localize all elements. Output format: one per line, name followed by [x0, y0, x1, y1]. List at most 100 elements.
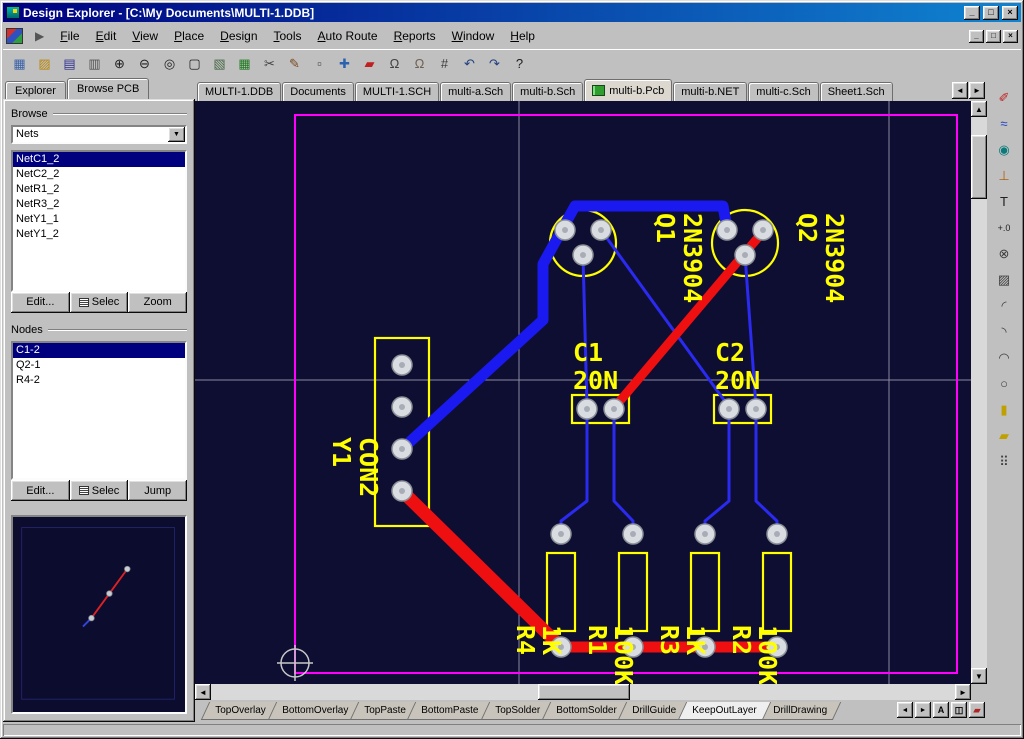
- place-fill-icon[interactable]: ▮: [991, 398, 1017, 421]
- component-label[interactable]: C1: [573, 338, 603, 367]
- v-scroll-track[interactable]: [971, 117, 987, 668]
- net-list-item[interactable]: NetC2_2: [13, 167, 185, 182]
- maximize-button[interactable]: □: [983, 6, 999, 20]
- pcb-trace[interactable]: [402, 491, 561, 647]
- scroll-up-button[interactable]: ▲: [971, 101, 987, 117]
- arc-center-icon[interactable]: ◝: [991, 320, 1017, 343]
- component-label[interactable]: 100K: [609, 625, 638, 684]
- menu-item[interactable]: Place: [166, 24, 212, 48]
- font-button[interactable]: A: [933, 702, 949, 718]
- layer-tab[interactable]: BottomOverlay: [267, 702, 362, 720]
- redo-icon[interactable]: ↷: [483, 53, 506, 75]
- select-button[interactable]: Selec: [70, 292, 129, 313]
- undo-icon[interactable]: ↶: [458, 53, 481, 75]
- eraser-button[interactable]: ▰: [969, 702, 985, 718]
- close-button[interactable]: ×: [1002, 6, 1018, 20]
- net-zoom-button[interactable]: Zoom: [128, 292, 187, 313]
- net-list-item[interactable]: NetY1_2: [13, 227, 185, 242]
- layer-scroll-left-button[interactable]: ◄: [897, 702, 913, 718]
- place-polygon-icon[interactable]: ▰: [991, 424, 1017, 447]
- paste-array-icon[interactable]: ⠿: [991, 450, 1017, 473]
- document-tab[interactable]: MULTI-1.DDB: [197, 82, 281, 101]
- pcb-canvas[interactable]: Q12N3904Q22N3904C120NC220NY1CON2R41KR110…: [195, 101, 971, 684]
- minimize-button[interactable]: _: [964, 6, 980, 20]
- board-icon[interactable]: ▦: [233, 53, 256, 75]
- document-tab[interactable]: Sheet1.Sch: [820, 82, 893, 101]
- menu-item[interactable]: Auto Route: [310, 24, 386, 48]
- node-list-item[interactable]: C1-2: [13, 343, 185, 358]
- place-string-icon[interactable]: T: [991, 190, 1017, 213]
- v-scroll-thumb[interactable]: [971, 135, 987, 199]
- tab-scroll-left-button[interactable]: ◄: [952, 82, 968, 99]
- draw-icon[interactable]: ✎: [283, 53, 306, 75]
- help-icon[interactable]: ?: [508, 53, 531, 75]
- layer-tab[interactable]: DrillDrawing: [759, 702, 841, 720]
- interactive-routing-icon[interactable]: ✐: [991, 86, 1017, 109]
- menu-item[interactable]: Tools: [266, 24, 310, 48]
- document-tab[interactable]: Documents: [282, 82, 354, 101]
- place-component-icon[interactable]: ⊥: [991, 164, 1017, 187]
- place-coordinate-icon[interactable]: +.0: [991, 216, 1017, 239]
- component-label[interactable]: R1: [583, 625, 612, 655]
- child-minimize-button[interactable]: _: [969, 30, 984, 43]
- scroll-left-button[interactable]: ◄: [195, 684, 211, 700]
- component-label[interactable]: 20N: [715, 366, 760, 395]
- print-icon[interactable]: ▥: [83, 53, 106, 75]
- child-restore-button[interactable]: □: [986, 30, 1001, 43]
- arc-edge-icon[interactable]: ◜: [991, 294, 1017, 317]
- pcb-trace[interactable]: [614, 419, 633, 534]
- child-close-button[interactable]: ×: [1003, 30, 1018, 43]
- document-tab[interactable]: multi-b.Pcb: [584, 79, 672, 101]
- page-icon[interactable]: ▧: [208, 53, 231, 75]
- menu-item[interactable]: Help: [502, 24, 543, 48]
- pad[interactable]: [551, 524, 571, 544]
- pcb-trace[interactable]: [705, 419, 729, 534]
- h-scroll-thumb[interactable]: [538, 684, 630, 700]
- component-outline[interactable]: [763, 553, 791, 631]
- component-label[interactable]: 1K: [537, 625, 566, 655]
- pad[interactable]: [577, 399, 597, 419]
- cross-icon[interactable]: ✚: [333, 53, 356, 75]
- document-tab[interactable]: multi-c.Sch: [748, 82, 818, 101]
- pad[interactable]: [604, 399, 624, 419]
- save-icon[interactable]: ▤: [58, 53, 81, 75]
- panel-tab[interactable]: Explorer: [5, 81, 66, 99]
- explorer-toggle-icon[interactable]: ▦: [8, 53, 31, 75]
- select-area-icon[interactable]: ▢: [183, 53, 206, 75]
- panel-tab[interactable]: Browse PCB: [67, 78, 149, 99]
- pad[interactable]: [719, 399, 739, 419]
- panels-button[interactable]: ◫: [951, 702, 967, 718]
- pcb-trace[interactable]: [561, 419, 587, 534]
- place-room-icon[interactable]: ⊗: [991, 242, 1017, 265]
- component-label[interactable]: R2: [727, 625, 756, 655]
- node-list-item[interactable]: Q2-1: [13, 358, 185, 373]
- pad[interactable]: [717, 220, 737, 240]
- pad[interactable]: [392, 397, 412, 417]
- menu-item[interactable]: View: [124, 24, 166, 48]
- component-outline[interactable]: [547, 553, 575, 631]
- menu-item[interactable]: Reports: [386, 24, 444, 48]
- grid-icon[interactable]: #: [433, 53, 456, 75]
- browse-mode-dropdown[interactable]: Nets ▼: [11, 125, 187, 144]
- component-label[interactable]: C2: [715, 338, 745, 367]
- pcb-editor-viewport[interactable]: Q12N3904Q22N3904C120NC220NY1CON2R41KR110…: [195, 101, 971, 684]
- menu-item[interactable]: Design: [212, 24, 265, 48]
- menu-item[interactable]: Window: [444, 24, 503, 48]
- component-label[interactable]: 2N3904: [678, 213, 707, 303]
- layer-scroll-right-button[interactable]: ►: [915, 702, 931, 718]
- pad[interactable]: [746, 399, 766, 419]
- document-window-icon[interactable]: [6, 28, 23, 44]
- component-label[interactable]: Q1: [651, 213, 680, 243]
- net-list-item[interactable]: NetY1_1: [13, 212, 185, 227]
- scroll-down-button[interactable]: ▼: [971, 668, 987, 684]
- pad[interactable]: [392, 439, 412, 459]
- menu-item[interactable]: Edit: [88, 24, 125, 48]
- net-edit-button[interactable]: Edit...: [11, 292, 70, 313]
- dashed-box-icon[interactable]: ▫: [308, 53, 331, 75]
- brush-icon[interactable]: ▰: [358, 53, 381, 75]
- component-label[interactable]: Q2: [793, 213, 822, 243]
- dropdown-arrow-icon[interactable]: ▼: [168, 127, 185, 142]
- pad[interactable]: [392, 355, 412, 375]
- node-edit-button[interactable]: Edit...: [11, 480, 70, 501]
- arc-any-icon[interactable]: ◠: [991, 346, 1017, 369]
